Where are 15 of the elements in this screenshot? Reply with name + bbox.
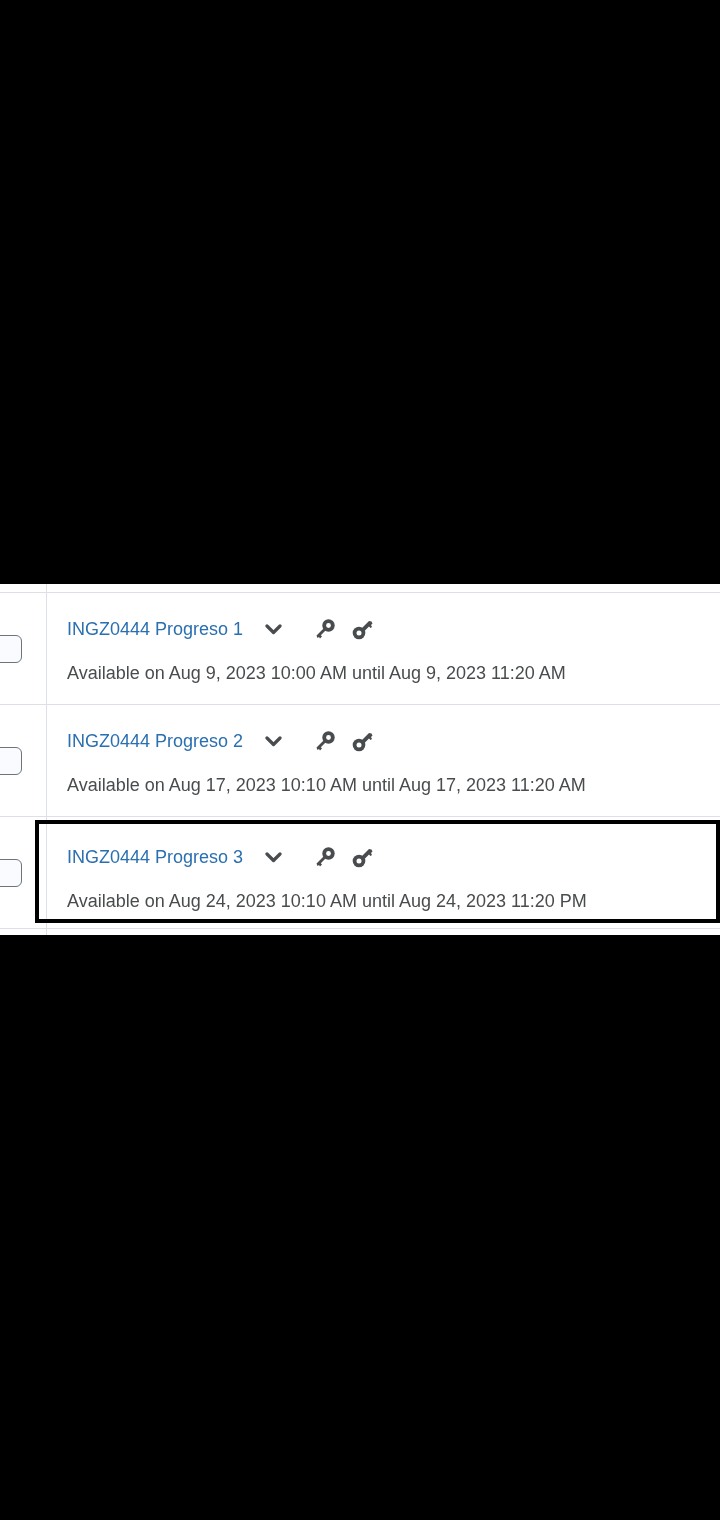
key-icon — [314, 730, 337, 752]
availability-text: Available on Aug 24, 2023 10:10 AM until Aug 24, 2023 11:20 PM — [67, 890, 588, 913]
quiz-link[interactable]: INGZ0444 Progreso 1 — [67, 615, 244, 643]
availability-text: Available on Aug 17, 2023 10:10 AM until Aug 17, 2023 11:20 AM — [67, 774, 587, 797]
key-icon — [352, 618, 375, 640]
chevron-down-icon[interactable] — [265, 735, 283, 747]
key-icon — [314, 846, 337, 868]
chevron-down-icon[interactable] — [265, 851, 283, 863]
quiz-link[interactable]: INGZ0444 Progreso 2 — [67, 727, 244, 755]
key-icon — [314, 618, 337, 640]
availability-text: Available on Aug 9, 2023 10:00 AM until Aug 9, 2023 11:20 AM — [67, 662, 567, 685]
chevron-down-icon[interactable] — [265, 623, 283, 635]
key-icon — [352, 846, 375, 868]
key-icon — [352, 730, 375, 752]
quiz-link[interactable]: INGZ0444 Progreso 3 — [67, 843, 244, 871]
